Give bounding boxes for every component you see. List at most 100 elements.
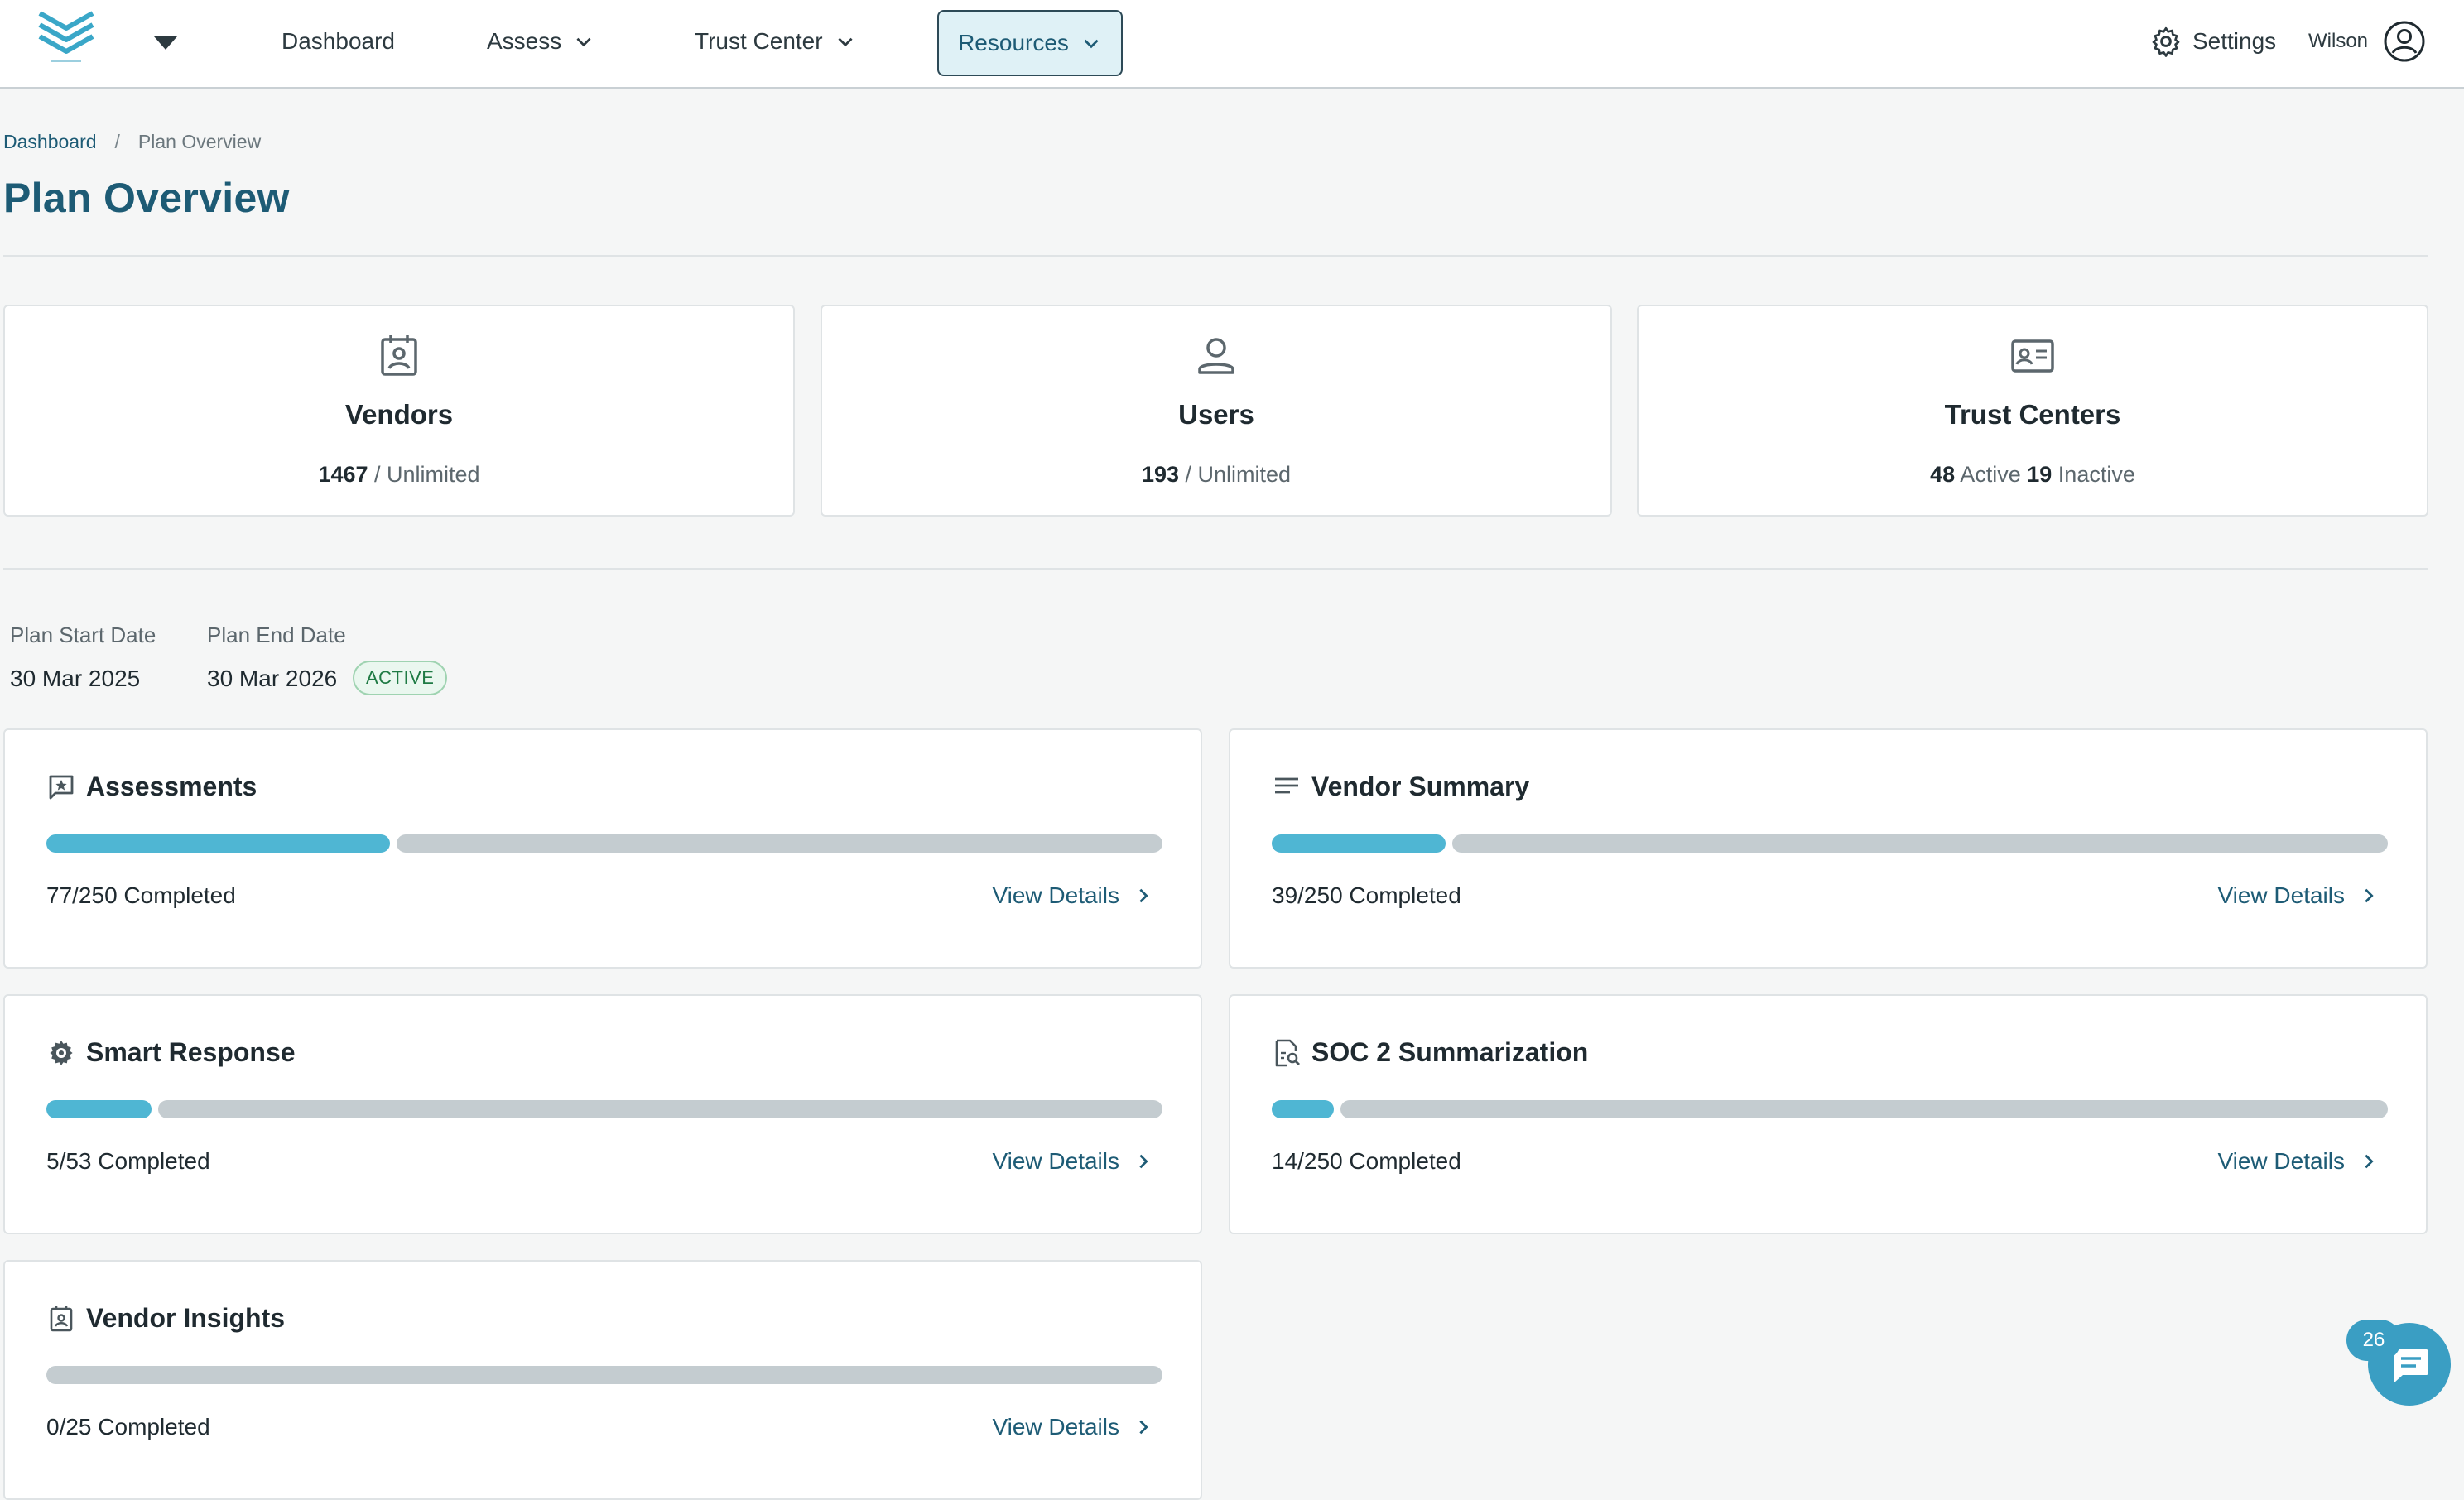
card-header: Smart Response: [46, 1037, 296, 1068]
card-header: Vendor Insights: [46, 1303, 285, 1334]
card-title: Smart Response: [86, 1037, 296, 1067]
nav-resources[interactable]: Resources: [937, 10, 1123, 76]
progress-track: [46, 1366, 1162, 1384]
view-details-link[interactable]: View Details: [992, 882, 1153, 909]
nav-dashboard-label: Dashboard: [282, 28, 395, 54]
chevron-right-icon: [2365, 1154, 2374, 1169]
settings-label: Settings: [2192, 28, 2277, 54]
nav-dashboard[interactable]: Dashboard: [282, 28, 395, 55]
chevron-down-icon: [838, 37, 853, 47]
top-nav: Dashboard Assess Trust Center Resources …: [0, 0, 2464, 89]
card-header: Assessments: [46, 772, 257, 802]
plan-start-label: Plan Start Date: [10, 623, 156, 647]
star-comment-icon: [49, 775, 74, 799]
progress-bar: [1272, 834, 2388, 853]
divider: [3, 568, 2428, 570]
progress-bar: [46, 1100, 1162, 1118]
breadcrumb-current: Plan Overview: [137, 131, 262, 152]
vendor-summary-card: Vendor Summary 39/250 Completed View Det…: [1229, 728, 2428, 969]
vendors-stat-card: Vendors 1467 / Unlimited: [3, 305, 795, 517]
completion-count: 0/25 Completed: [46, 1414, 210, 1440]
card-title: Assessments: [86, 772, 257, 801]
vendors-limit: / Unlimited: [374, 462, 480, 487]
users-limit: / Unlimited: [1185, 462, 1292, 487]
chevron-right-icon: [1139, 888, 1148, 903]
users-usage: 193 / Unlimited: [822, 462, 1610, 488]
gear-icon: [50, 1040, 73, 1065]
card-title: SOC 2 Summarization: [1311, 1037, 1589, 1067]
logo[interactable]: [33, 8, 99, 71]
trust-centers-active-count: 48: [1930, 462, 1956, 487]
progress-track: [1340, 1100, 2388, 1118]
chevron-right-icon: [1139, 1154, 1148, 1169]
doc-search-icon: [1275, 1039, 1300, 1066]
breadcrumb: Dashboard / Plan Overview: [3, 131, 261, 153]
view-details-label: View Details: [992, 1148, 1119, 1174]
completion-count: 39/250 Completed: [1272, 882, 1461, 908]
nav-assess-label: Assess: [487, 28, 562, 54]
users-count: 193: [1141, 462, 1179, 487]
vendors-usage: 1467 / Unlimited: [5, 462, 793, 488]
view-details-label: View Details: [2217, 882, 2345, 908]
users-stat-card: Users 193 / Unlimited: [821, 305, 1612, 517]
soc2-summarization-card: SOC 2 Summarization 14/250 Completed Vie…: [1229, 994, 2428, 1234]
progress-fill: [46, 1100, 152, 1118]
progress-bar: [46, 834, 1162, 853]
progress-track: [1452, 834, 2388, 853]
card-title: Vendor Insights: [86, 1303, 286, 1333]
card-header: Vendor Summary: [1272, 772, 1529, 802]
view-details-link[interactable]: View Details: [2217, 882, 2378, 909]
trust-centers-title: Trust Centers: [1944, 399, 2121, 430]
divider: [3, 255, 2428, 257]
trust-centers-inactive-label: Inactive: [2057, 462, 2135, 487]
user-avatar-icon: [2384, 21, 2425, 62]
org-switcher-caret-icon[interactable]: [154, 36, 177, 50]
chevron-down-icon: [1084, 39, 1099, 49]
nav-assess[interactable]: Assess: [487, 28, 594, 55]
user-name[interactable]: Wilson: [2308, 30, 2368, 53]
chevron-right-icon: [2365, 888, 2374, 903]
plan-end-date: 30 Mar 2026: [207, 666, 338, 691]
badge-icon: [50, 1305, 73, 1331]
settings-button[interactable]: Settings: [2149, 25, 2276, 58]
breadcrumb-separator: /: [114, 131, 120, 152]
completion-count: 14/250 Completed: [1272, 1148, 1461, 1174]
trust-centers-inactive-count: 19: [2027, 462, 2053, 487]
breadcrumb-dashboard-link[interactable]: Dashboard: [3, 131, 97, 153]
nav-resources-label: Resources: [958, 30, 1069, 55]
view-details-label: View Details: [992, 882, 1119, 908]
vendor-badge-icon: [381, 335, 417, 376]
plan-start-date: 30 Mar 2025: [10, 666, 141, 691]
chat-unread-badge: 26: [2346, 1320, 2401, 1361]
progress-bar: [1272, 1100, 2388, 1118]
vendors-count: 1467: [318, 462, 368, 487]
progress-fill: [1272, 1100, 1334, 1118]
view-details-link[interactable]: View Details: [2217, 1148, 2378, 1175]
view-details-label: View Details: [2217, 1148, 2345, 1174]
completion-count: 5/53 Completed: [46, 1148, 210, 1174]
view-details-link[interactable]: View Details: [992, 1414, 1153, 1440]
vendors-title: Vendors: [344, 399, 454, 430]
progress-fill: [1272, 834, 1446, 853]
plan-end-label: Plan End Date: [207, 623, 346, 647]
assessments-card: Assessments 77/250 Completed View Detail…: [3, 728, 1202, 969]
avatar[interactable]: [2383, 20, 2426, 63]
id-card-icon: [2011, 339, 2054, 373]
chevron-right-icon: [1139, 1420, 1148, 1435]
trust-centers-stat-card: Trust Centers 48 Active 19 Inactive: [1637, 305, 2428, 517]
nav-trust-center[interactable]: Trust Center: [695, 28, 856, 55]
progress-track: [158, 1100, 1162, 1118]
gear-icon: [2152, 26, 2180, 57]
vendor-insights-card: Vendor Insights 0/25 Completed View Deta…: [3, 1260, 1202, 1500]
view-details-label: View Details: [992, 1414, 1119, 1440]
smart-response-card: Smart Response 5/53 Completed View Detai…: [3, 994, 1202, 1234]
progress-fill: [46, 834, 390, 853]
nav-trust-center-label: Trust Center: [695, 28, 823, 54]
progress-track: [397, 834, 1162, 853]
chevron-down-icon: [576, 37, 591, 47]
progress-bar: [46, 1366, 1162, 1384]
logo-icon: [38, 11, 94, 62]
card-header: SOC 2 Summarization: [1272, 1037, 1588, 1068]
view-details-link[interactable]: View Details: [992, 1148, 1153, 1175]
completion-count: 77/250 Completed: [46, 882, 236, 908]
